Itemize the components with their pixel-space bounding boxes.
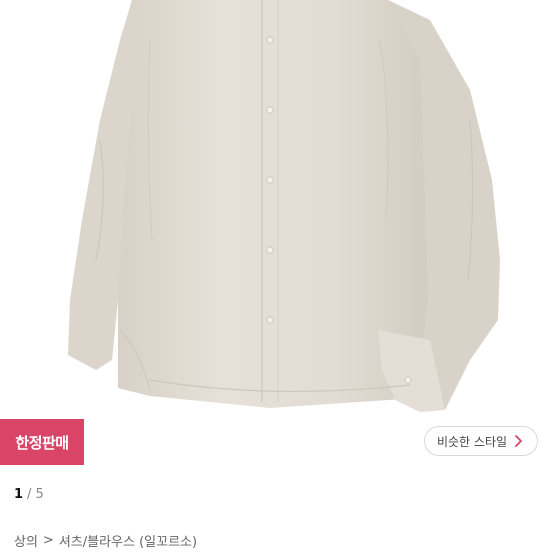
breadcrumb-item-top[interactable]: 상의 [14,531,38,550]
product-image[interactable] [0,0,554,420]
breadcrumb: 상의 > 셔츠/블라우스 (일꼬르소) [14,531,197,550]
similar-style-label: 비슷한 스타일 [436,434,508,449]
similar-style-button[interactable]: 비슷한 스타일 [424,426,538,456]
image-pager: 1 / 5 [14,485,44,503]
breadcrumb-item-shirts[interactable]: 셔츠/블라우스 (일꼬르소) [59,531,197,550]
pager-total: 5 [35,486,44,502]
limited-sale-badge: 한정판매 [0,419,84,465]
chevron-right-icon [515,435,522,447]
breadcrumb-separator: > [42,532,54,548]
pager-current: 1 [14,486,24,502]
shirt-illustration [68,0,500,412]
pager-separator: / [27,486,32,502]
limited-sale-label: 한정판매 [15,433,69,452]
